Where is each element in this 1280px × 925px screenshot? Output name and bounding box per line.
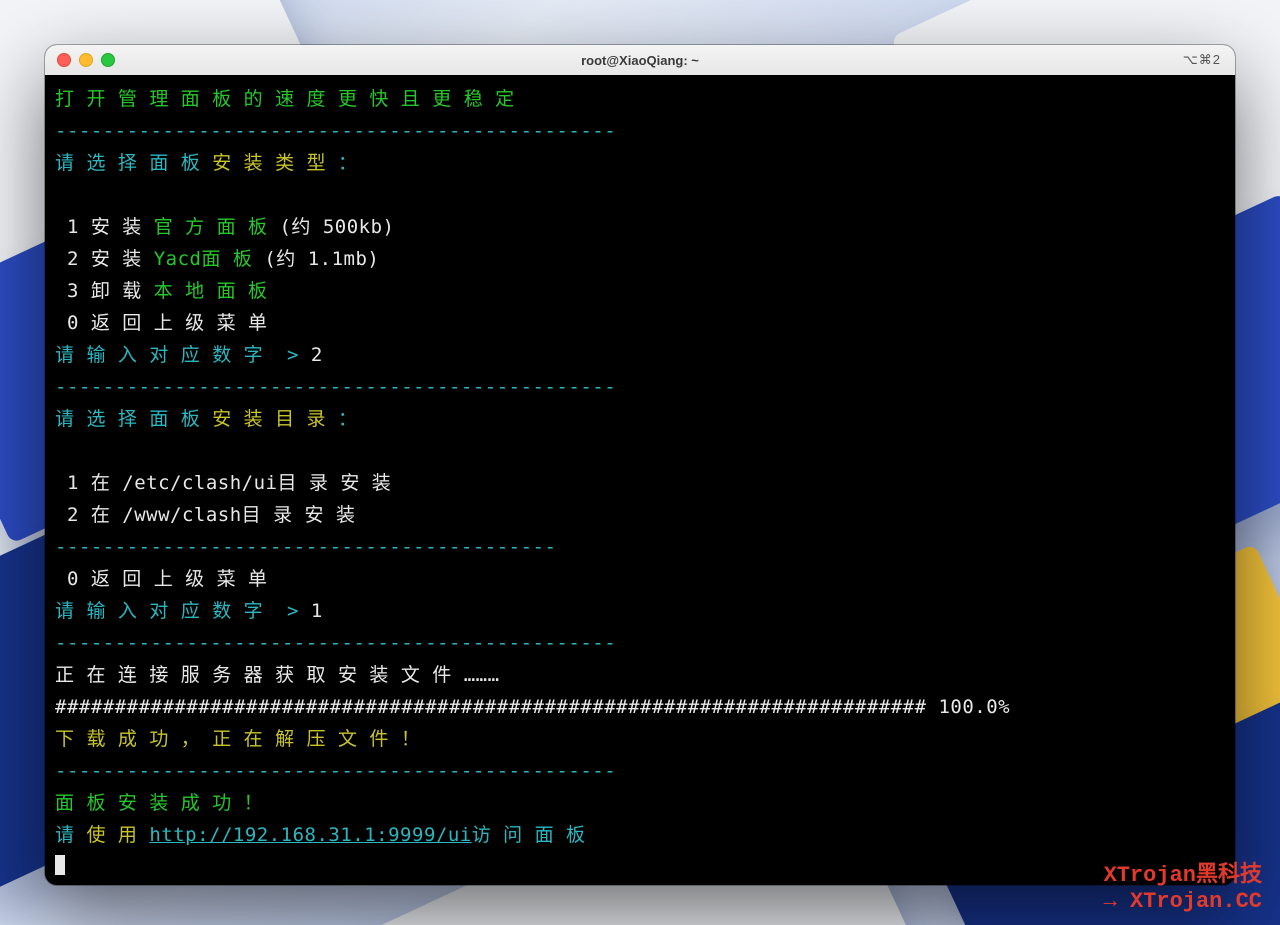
- menu-option-1: 1 安 装 官 方 面 板 (约 500kb): [55, 216, 394, 238]
- menu-option-2: 2 安 装 Yacd面 板 (约 1.1mb): [55, 248, 379, 270]
- visit-line: 请 使 用 http://192.168.31.1:9999/ui访 问 面 板: [55, 824, 586, 846]
- watermark-line-2: → XTrojan.CC: [1104, 889, 1262, 915]
- divider: ----------------------------------------…: [55, 632, 616, 654]
- divider: ----------------------------------------…: [55, 536, 556, 558]
- terminal-window: root@XiaoQiang: ~ ⌥⌘2 打 开 管 理 面 板 的 速 度 …: [45, 45, 1235, 885]
- dir-option-1: 1 在 /etc/clash/ui目 录 安 装: [55, 472, 391, 494]
- menu-option-0: 0 返 回 上 级 菜 单: [55, 568, 268, 590]
- prompt-install-dir: 请 选 择 面 板: [55, 408, 212, 430]
- status-install-ok: 面 板 安 装 成 功 ！: [55, 792, 263, 814]
- menu-option-0: 0 返 回 上 级 菜 单: [55, 312, 268, 334]
- status-connecting: 正 在 连 接 服 务 器 获 取 安 装 文 件 ………: [55, 664, 500, 686]
- status-download-ok: 下 载 成 功 ， 正 在 解 压 文 件 ！: [55, 728, 420, 750]
- divider: ----------------------------------------…: [55, 120, 616, 142]
- watermark-line-1: XTrojan黑科技: [1104, 863, 1262, 889]
- terminal-body[interactable]: 打 开 管 理 面 板 的 速 度 更 快 且 更 稳 定 ----------…: [45, 75, 1235, 885]
- user-input-1: 2: [311, 344, 323, 366]
- watermark: XTrojan黑科技 → XTrojan.CC: [1104, 863, 1262, 915]
- divider: ----------------------------------------…: [55, 376, 616, 398]
- menu-option-3: 3 卸 载 本 地 面 板: [55, 280, 268, 302]
- panel-url[interactable]: http://192.168.31.1:9999/ui: [149, 824, 471, 846]
- dir-option-2: 2 在 /www/clash目 录 安 装: [55, 504, 355, 526]
- cursor-icon: [55, 855, 65, 875]
- user-input-2: 1: [311, 600, 323, 622]
- input-prompt-1: 请 输 入 对 应 数 字 >: [55, 344, 311, 366]
- divider: ----------------------------------------…: [55, 760, 616, 782]
- window-shortcut: ⌥⌘2: [1183, 52, 1221, 68]
- prompt-install-type: 请 选 择 面 板: [55, 152, 212, 174]
- headline-text: 打 开 管 理 面 板 的 速 度 更 快 且 更 稳 定: [55, 88, 515, 110]
- input-prompt-2: 请 输 入 对 应 数 字 >: [55, 600, 311, 622]
- progress-bar: ########################################…: [55, 696, 1010, 718]
- window-title: root@XiaoQiang: ~: [45, 53, 1235, 68]
- window-titlebar[interactable]: root@XiaoQiang: ~ ⌥⌘2: [45, 45, 1235, 76]
